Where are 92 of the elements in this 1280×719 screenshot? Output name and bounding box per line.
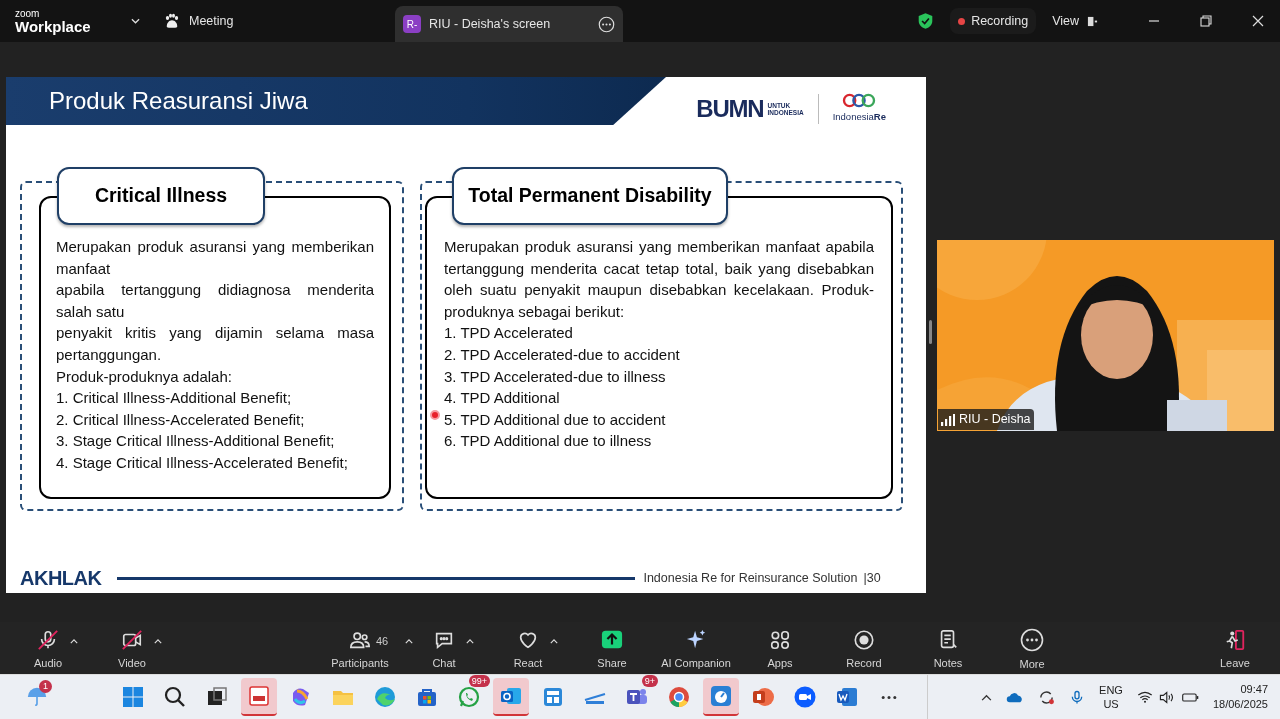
chevron-down-icon[interactable] bbox=[130, 18, 140, 24]
toolbar-button[interactable]: AI Companion bbox=[659, 628, 733, 672]
caret-up-icon[interactable] bbox=[405, 638, 413, 644]
bumn-logo: BUMN bbox=[696, 96, 764, 121]
caret-up-icon[interactable] bbox=[466, 638, 474, 644]
search-icon bbox=[163, 685, 187, 709]
laser-pointer-icon bbox=[430, 410, 440, 420]
list-item: 4. Stage Critical Illness-Accelerated Benefit; bbox=[56, 452, 349, 473]
toolbar-button[interactable]: React bbox=[511, 628, 545, 672]
window-tab[interactable]: Meeting bbox=[155, 0, 355, 42]
camera-icon bbox=[120, 628, 144, 651]
chevron-up-icon[interactable] bbox=[981, 693, 993, 701]
language-label[interactable]: ENG bbox=[1099, 683, 1123, 697]
browser-wave-icon bbox=[373, 685, 397, 709]
toolbar-button[interactable]: Record bbox=[844, 628, 884, 672]
view-button[interactable]: View bbox=[1052, 11, 1098, 31]
card-title: Critical Illness bbox=[57, 167, 265, 225]
participant-name: RIU - Deisha bbox=[959, 411, 1031, 429]
battery-icon[interactable] bbox=[1181, 691, 1199, 703]
footer-text: Indonesia Re for Reinsurance Solution bbox=[643, 569, 858, 587]
windows-icon bbox=[121, 685, 145, 709]
body-text: Produk-produknya adalah: bbox=[56, 366, 233, 387]
window-tab[interactable]: R- RIU - Deisha's screen bbox=[395, 6, 623, 42]
recording-indicator[interactable]: Recording bbox=[950, 7, 1037, 35]
signal-bars-icon bbox=[941, 413, 955, 426]
toolbar-button[interactable]: More bbox=[1017, 627, 1047, 673]
brand-name: Workplace bbox=[15, 18, 91, 34]
notification-badge: 1 bbox=[39, 680, 52, 693]
list-item: 2. TPD Accelerated-due to accident bbox=[444, 344, 681, 365]
panel-icon bbox=[1087, 15, 1098, 27]
close-icon[interactable] bbox=[1252, 15, 1264, 27]
caret-up-icon[interactable] bbox=[154, 638, 162, 644]
list-item: 2. Critical Illness-Accelerated Benefit; bbox=[56, 409, 306, 430]
list-item: 1. TPD Accelerated bbox=[444, 323, 574, 344]
more-icon bbox=[1020, 627, 1044, 652]
person-exit-icon bbox=[1224, 628, 1246, 651]
word-app-icon bbox=[835, 685, 859, 709]
list-item: 3. Stage Critical Illness-Additional Benefit; bbox=[56, 431, 336, 452]
notification-badge: 9+ bbox=[641, 675, 658, 687]
tab-label: Meeting bbox=[189, 12, 234, 30]
taskbar-app[interactable]: 9+ bbox=[619, 678, 655, 716]
cloud-icon[interactable] bbox=[1006, 691, 1025, 703]
body-text: penyakit kritis yang dijamin selama masa pertanggungan. bbox=[56, 323, 374, 365]
toolbar-button[interactable]: Audio bbox=[31, 628, 65, 672]
page-number: |30 bbox=[863, 569, 881, 587]
toolbar-button[interactable]: Share bbox=[595, 628, 629, 672]
caret-up-icon[interactable] bbox=[70, 638, 78, 644]
brand-small: zoom bbox=[15, 8, 41, 19]
clock-time[interactable]: 09:47 bbox=[1240, 682, 1268, 697]
phone-bubble-icon bbox=[457, 685, 481, 709]
caret-up-icon[interactable] bbox=[550, 638, 558, 644]
gauge-app-icon bbox=[709, 684, 733, 708]
participant-count: 46 bbox=[376, 633, 389, 649]
paw-icon bbox=[163, 12, 181, 30]
toolbar-button[interactable]: Chat bbox=[430, 628, 458, 672]
restore-icon[interactable] bbox=[1200, 15, 1212, 27]
notification-badge: 99+ bbox=[468, 675, 490, 687]
presentation-app-icon bbox=[751, 685, 775, 709]
toolbar-button[interactable]: Video bbox=[116, 628, 148, 672]
wifi-icon[interactable] bbox=[1136, 691, 1153, 703]
list-item: 1. Critical Illness-Additional Benefit; bbox=[56, 388, 293, 409]
list-item: 4. TPD Additional bbox=[444, 388, 561, 409]
apps-icon bbox=[769, 628, 791, 651]
list-item: 5. TPD Additional due to accident bbox=[444, 409, 667, 430]
region-label[interactable]: US bbox=[1103, 697, 1119, 711]
toolbar-button[interactable]: Leave bbox=[1218, 628, 1252, 672]
card-title: Total Permanent Disability bbox=[452, 167, 728, 225]
calculator-icon bbox=[541, 685, 565, 709]
microphone-icon bbox=[37, 628, 59, 651]
rings-logo-icon bbox=[842, 93, 877, 108]
shield-check-icon[interactable] bbox=[917, 12, 935, 30]
video-app-icon bbox=[793, 685, 817, 709]
more-icon[interactable] bbox=[598, 15, 615, 33]
recording-label: Recording bbox=[971, 12, 1029, 30]
toolbar-button[interactable]: Notes bbox=[931, 628, 965, 672]
splitter-handle[interactable] bbox=[929, 320, 932, 344]
toolbar-button[interactable]: Apps bbox=[765, 628, 795, 672]
more-icon bbox=[879, 694, 899, 700]
partner-logo-text: IndonesiaRe bbox=[832, 110, 886, 124]
document-app-icon bbox=[247, 684, 271, 708]
slide-title: Produk Reasuransi Jiwa bbox=[49, 86, 308, 116]
akhlak-logo: AKHLAK bbox=[20, 566, 102, 591]
list-item: 3. TPD Accelerated-due to illness bbox=[444, 366, 667, 387]
record-icon bbox=[853, 628, 875, 651]
avatar-badge: R- bbox=[403, 15, 421, 33]
list-item: 6. TPD Additional due to illness bbox=[444, 431, 653, 452]
speaker-icon[interactable] bbox=[1158, 690, 1176, 704]
clock-date[interactable]: 18/06/2025 bbox=[1212, 697, 1268, 712]
body-text: Merupakan produk asuransi yang memberikan manfaat apabila tertanggung menderita cacat tetap total, baik yang disebabkan oleh suatu penyakit maupun disebabkan kecelakaan. Produk-produknya sebagai berikut: bbox=[444, 237, 874, 322]
sync-icon[interactable] bbox=[1038, 688, 1056, 706]
tab-label: RIU - Deisha's screen bbox=[429, 15, 551, 33]
taskbar-app[interactable]: 99+ bbox=[451, 678, 487, 716]
